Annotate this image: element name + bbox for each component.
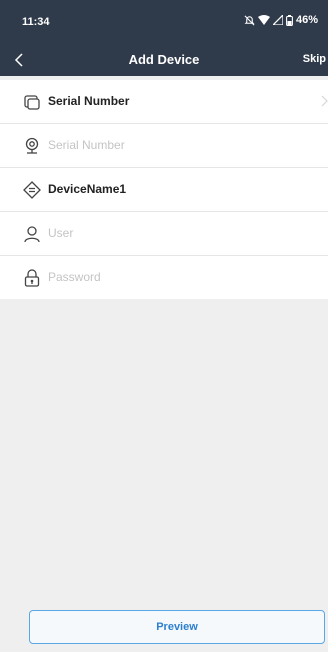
skip-button[interactable]: Skip [303, 53, 326, 65]
serial-number-selector[interactable]: Serial Number [0, 80, 328, 124]
device-name-value: DeviceName1 [48, 182, 127, 196]
password-field[interactable]: Password [0, 256, 328, 299]
signal-icon [272, 15, 283, 25]
device-type-icon [22, 92, 42, 112]
wifi-icon [257, 15, 270, 25]
mute-icon [244, 15, 255, 26]
status-bar: 11:34 46% [0, 0, 328, 44]
device-name-icon [22, 180, 42, 200]
battery-icon [286, 14, 293, 26]
battery-percent: 46% [295, 14, 318, 26]
camera-icon [22, 136, 42, 156]
user-icon [22, 224, 42, 244]
device-name-field[interactable]: DeviceName1 [0, 168, 328, 212]
serial-number-label: Serial Number [48, 94, 130, 108]
page-title: Add Device [128, 52, 200, 67]
status-time: 11:34 [22, 16, 50, 28]
header: Add Device Skip [0, 44, 328, 76]
status-icons: 46% [244, 14, 318, 26]
user-placeholder: User [48, 226, 74, 240]
user-field[interactable]: User [0, 212, 328, 256]
serial-number-placeholder: Serial Number [48, 138, 125, 152]
add-device-form: Serial Number Serial Number DeviceName1 … [0, 80, 328, 299]
chevron-right-icon [320, 94, 328, 107]
lock-icon [22, 268, 42, 288]
preview-button[interactable]: Preview [29, 610, 325, 644]
password-placeholder: Password [48, 270, 101, 284]
serial-number-field[interactable]: Serial Number [0, 124, 328, 168]
